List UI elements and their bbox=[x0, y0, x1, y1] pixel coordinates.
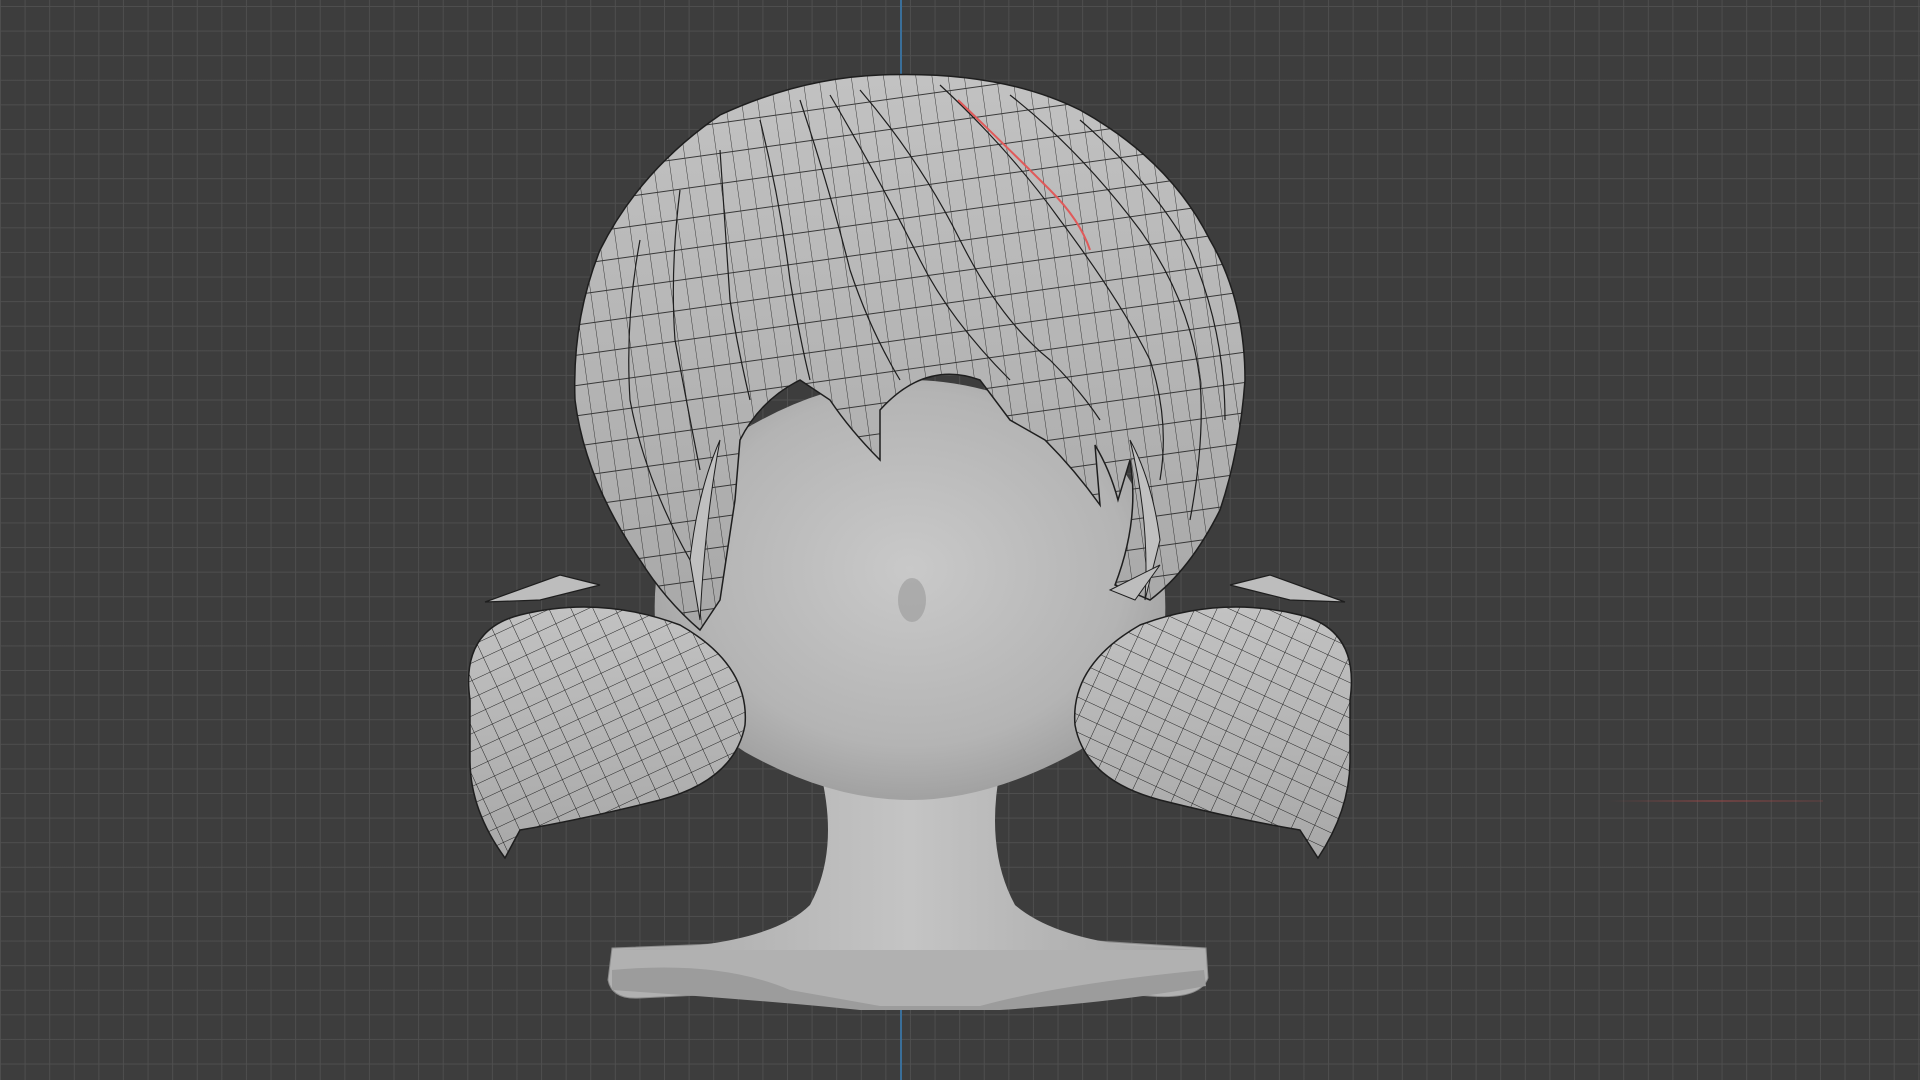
3d-viewport[interactable] bbox=[0, 0, 1920, 1080]
character-head-model[interactable] bbox=[0, 0, 1920, 1080]
